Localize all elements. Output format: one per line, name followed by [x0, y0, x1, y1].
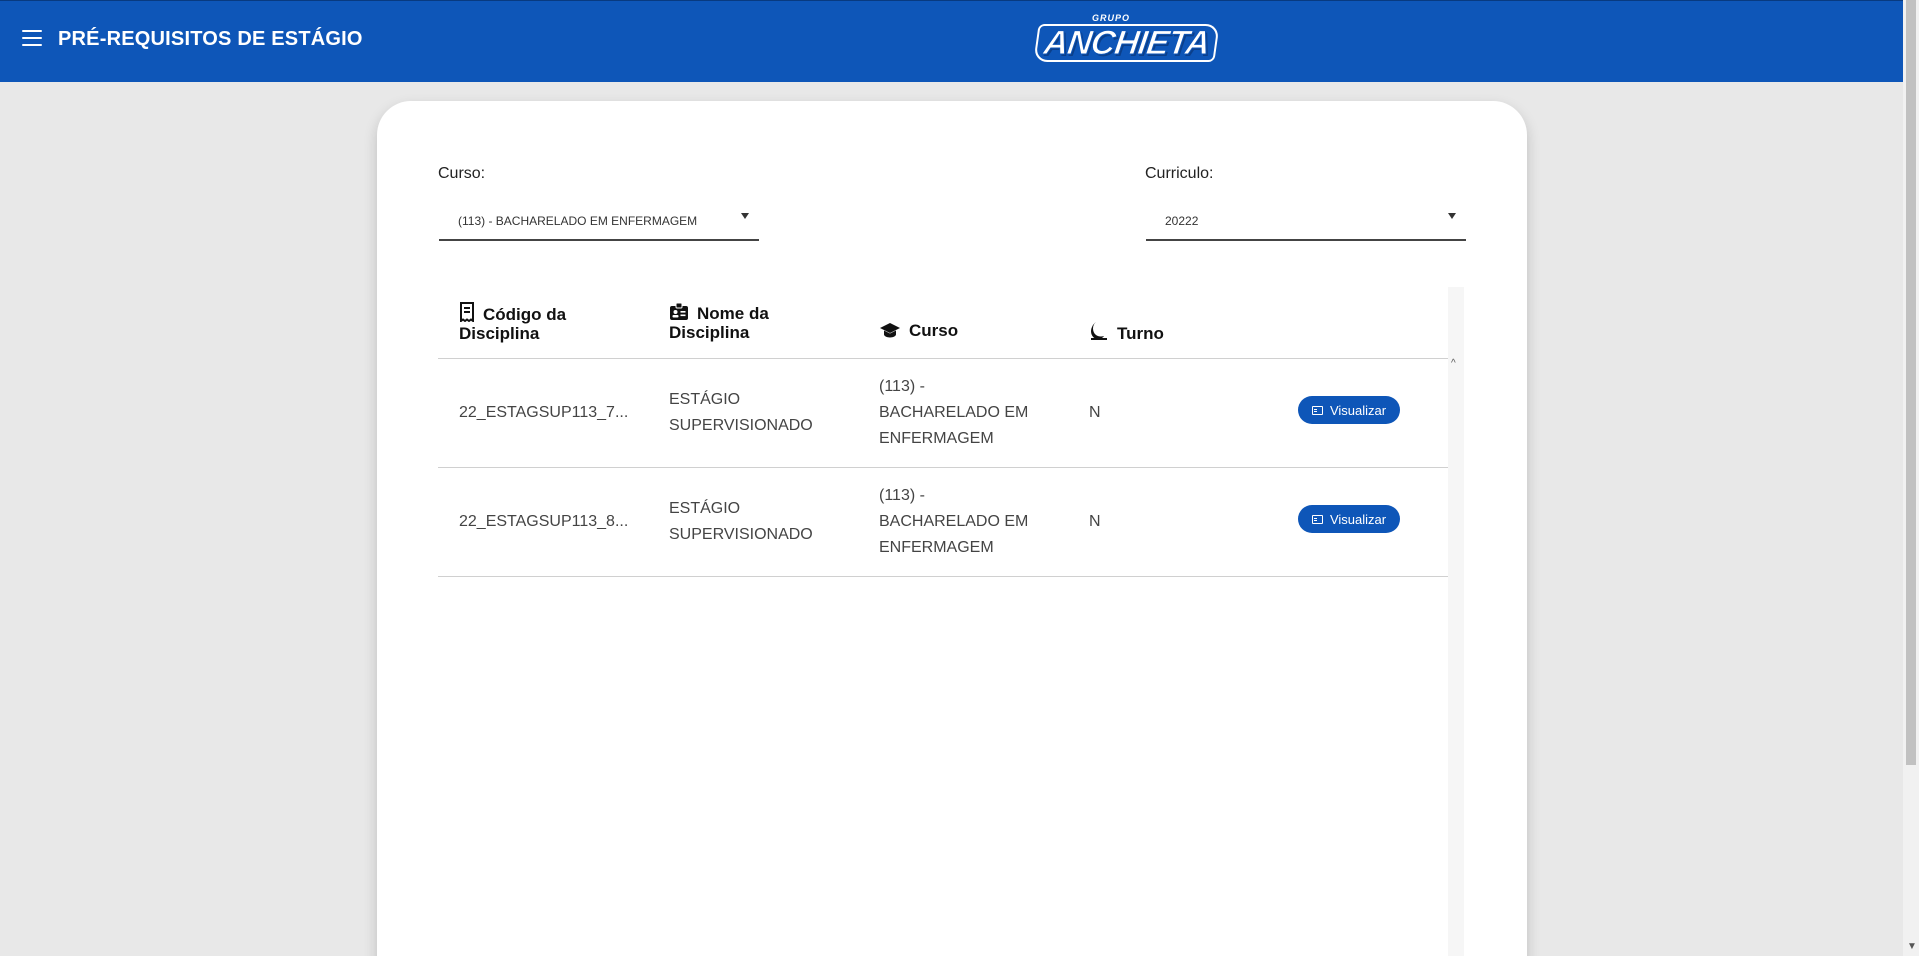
page-scrollbar[interactable]: ▼	[1903, 0, 1919, 956]
cell-curso-line3: ENFERMAGEM	[879, 539, 994, 556]
logo-big-text: ANCHIETA	[1033, 24, 1220, 63]
scrollbar-thumb[interactable]	[1906, 0, 1916, 765]
cell-codigo: 22_ESTAGSUP113_7...	[459, 404, 629, 421]
cell-nome: ESTÁGIO SUPERVISIONADO	[669, 387, 813, 439]
visualizar-button[interactable]: Visualizar	[1298, 396, 1400, 424]
view-details-icon	[1311, 405, 1323, 415]
table-row: 22_ESTAGSUP113_8... ESTÁGIO SUPERVISIONA…	[438, 468, 1448, 577]
scroll-down-arrow-icon[interactable]: ▼	[1907, 941, 1917, 952]
menu-icon[interactable]	[22, 30, 42, 46]
page-title: PRÉ-REQUISITOS DE ESTÁGIO	[58, 28, 363, 50]
cell-curso-line1: (113) -	[879, 378, 925, 395]
column-header-nome-line2: Disciplina	[669, 323, 750, 342]
column-header-codigo: Código da Disciplina	[459, 302, 566, 343]
chevron-down-icon	[741, 213, 749, 219]
table-row: 22_ESTAGSUP113_7... ESTÁGIO SUPERVISIONA…	[438, 359, 1448, 468]
column-header-curso: Curso	[879, 321, 958, 340]
table-header: Código da Disciplina Nome da Disciplina Cu…	[438, 287, 1448, 359]
cell-codigo: 22_ESTAGSUP113_8...	[459, 513, 629, 530]
column-header-turno: Turno	[1089, 321, 1164, 343]
visualizar-button-label: Visualizar	[1329, 511, 1387, 527]
curso-label: Curso:	[438, 165, 486, 182]
curriculo-label: Curriculo:	[1145, 165, 1214, 182]
cell-nome-line2: SUPERVISIONADO	[669, 526, 813, 543]
cell-curso-line3: ENFERMAGEM	[879, 430, 994, 447]
cell-curso-line2: BACHARELADO EM	[879, 513, 1029, 530]
column-header-curso-label: Curso	[909, 321, 959, 340]
column-header-nome: Nome da Disciplina	[669, 302, 769, 342]
cell-curso-line2: BACHARELADO EM	[879, 404, 1029, 421]
top-app-bar: PRÉ-REQUISITOS DE ESTÁGIO GRUPO ANCHIETA	[0, 0, 1903, 82]
column-header-turno-label: Turno	[1117, 324, 1164, 343]
curso-select[interactable]: (113) - BACHARELADO EM ENFERMAGEM	[439, 201, 759, 241]
graduation-cap-icon	[880, 323, 900, 338]
receipt-icon	[460, 302, 474, 323]
curso-select-value: (113) - BACHARELADO EM ENFERMAGEM	[458, 214, 698, 228]
moon-icon	[1091, 322, 1107, 340]
column-header-codigo-line2: Disciplina	[459, 324, 540, 343]
cell-nome: ESTÁGIO SUPERVISIONADO	[669, 496, 813, 548]
cell-curso: (113) - BACHARELADO EM ENFERMAGEM	[879, 374, 1028, 452]
cell-turno: N	[1089, 513, 1101, 530]
cell-turno: N	[1089, 404, 1101, 421]
curriculo-select-value: 20222	[1165, 214, 1199, 228]
view-details-icon	[1311, 514, 1323, 524]
visualizar-button-label: Visualizar	[1329, 402, 1387, 418]
scroll-up-arrow-icon[interactable]: ^	[1451, 358, 1456, 369]
curriculo-select[interactable]: 20222	[1146, 201, 1466, 241]
cell-nome-line2: SUPERVISIONADO	[669, 417, 813, 434]
visualizar-button[interactable]: Visualizar	[1298, 505, 1400, 533]
disciplinas-table: Código da Disciplina Nome da Disciplina Cu…	[438, 287, 1448, 577]
table-scrollbar[interactable]: ^	[1448, 287, 1464, 956]
chevron-down-icon	[1448, 213, 1456, 219]
id-card-icon	[670, 302, 688, 320]
cell-nome-line1: ESTÁGIO	[669, 391, 741, 408]
content-card: Curso: (113) - BACHARELADO EM ENFERMAGEM…	[377, 101, 1527, 956]
column-header-nome-line1: Nome da	[697, 304, 769, 323]
logo-small-text: GRUPO	[1091, 13, 1130, 23]
cell-curso: (113) - BACHARELADO EM ENFERMAGEM	[879, 483, 1028, 561]
logo: GRUPO ANCHIETA	[1033, 13, 1220, 69]
cell-curso-line1: (113) -	[879, 487, 925, 504]
cell-nome-line1: ESTÁGIO	[669, 500, 741, 517]
column-header-codigo-line1: Código da	[483, 305, 567, 324]
